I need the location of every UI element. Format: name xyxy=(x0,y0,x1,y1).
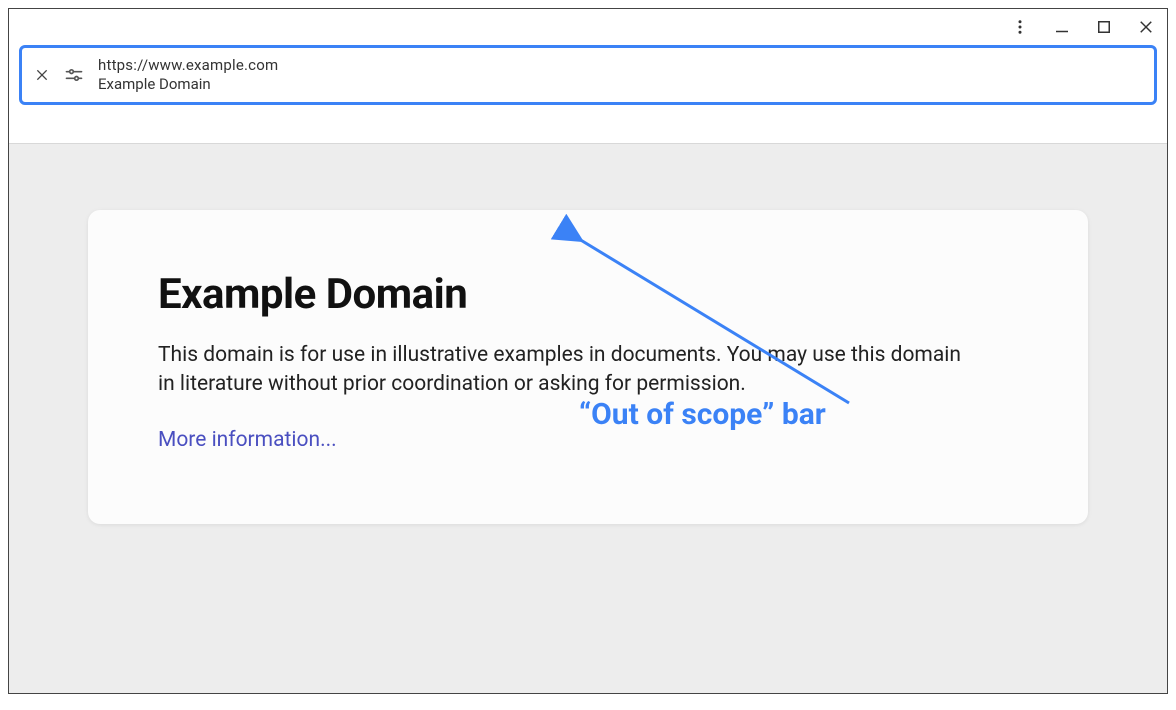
out-of-scope-bar: https://www.example.com Example Domain xyxy=(19,45,1157,105)
minimize-button[interactable] xyxy=(1051,16,1073,38)
browser-window: https://www.example.com Example Domain E… xyxy=(8,8,1168,694)
more-information-link[interactable]: More information... xyxy=(158,428,337,452)
page-heading: Example Domain xyxy=(158,270,1018,319)
address-url: https://www.example.com xyxy=(98,56,278,75)
more-vertical-icon[interactable] xyxy=(1009,16,1031,38)
window-close-button[interactable] xyxy=(1135,16,1157,38)
window-titlebar xyxy=(9,9,1167,45)
content-card: Example Domain This domain is for use in… xyxy=(88,210,1088,524)
address-text-block: https://www.example.com Example Domain xyxy=(98,56,278,94)
tune-icon[interactable] xyxy=(64,65,84,85)
maximize-button[interactable] xyxy=(1093,16,1115,38)
close-icon[interactable] xyxy=(34,67,50,83)
address-page-title: Example Domain xyxy=(98,75,278,94)
content-area: Example Domain This domain is for use in… xyxy=(9,143,1167,693)
address-bar[interactable]: https://www.example.com Example Domain xyxy=(22,48,1154,102)
page-body-text: This domain is for use in illustrative e… xyxy=(158,341,978,400)
